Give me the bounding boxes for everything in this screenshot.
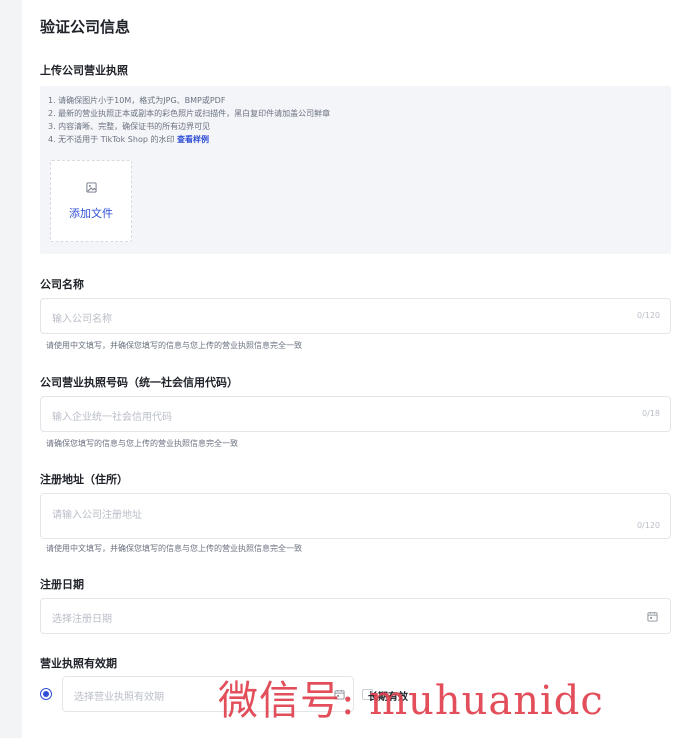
- upload-instruction-2: 2. 最新的营业执照正本或副本的彩色照片或扫描件，黑白复印件请加盖公司鲜章: [48, 109, 331, 118]
- company-name-input[interactable]: 输入公司名称 0/120: [40, 298, 671, 334]
- address-label: 注册地址（住所）: [40, 473, 128, 486]
- address-textarea[interactable]: 请输入公司注册地址 0/120: [40, 493, 671, 539]
- address-placeholder: 请输入公司注册地址: [52, 510, 142, 521]
- address-hint: 请使用中文填写，并确保您填写的信息与您上传的营业执照信息完全一致: [46, 544, 302, 553]
- license-number-counter: 0/18: [642, 409, 660, 418]
- company-name-hint: 请使用中文填写，并确保您填写的信息与您上传的营业执照信息完全一致: [46, 341, 302, 350]
- company-name-counter: 0/120: [636, 311, 660, 320]
- calendar-icon: [647, 611, 658, 622]
- validity-label: 营业执照有效期: [40, 657, 117, 670]
- reg-date-placeholder: 选择注册日期: [52, 614, 112, 625]
- license-number-placeholder: 输入企业统一社会信用代码: [52, 412, 172, 423]
- add-file-button[interactable]: 添加文件: [50, 160, 132, 242]
- validity-placeholder: 选择营业执照有效期: [74, 692, 164, 703]
- upload-instruction-3: 3. 内容清晰、完整，确保证书的所有边界可见: [48, 122, 211, 131]
- form-panel: 验证公司信息 上传公司营业执照 1. 请确保图片小于10M，格式为JPG、BMP…: [22, 0, 690, 738]
- address-counter: 0/120: [636, 521, 660, 530]
- watermark-text: 微信号: muhuanidc: [218, 678, 604, 724]
- upload-instruction-1: 1. 请确保图片小于10M，格式为JPG、BMP或PDF: [48, 96, 226, 105]
- license-number-label: 公司营业执照号码（统一社会信用代码）: [40, 376, 238, 389]
- license-number-hint: 请确保您填写的信息与您上传的营业执照信息完全一致: [46, 439, 238, 448]
- add-file-label: 添加文件: [69, 207, 113, 220]
- upload-instruction-4: 4. 无不适用于 TikTok Shop 的水印 查看样例: [48, 134, 209, 145]
- validity-radio[interactable]: [40, 688, 52, 700]
- reg-date-picker[interactable]: 选择注册日期: [40, 598, 671, 634]
- upload-instruction-4-text: 4. 无不适用于 TikTok Shop 的水印: [48, 135, 178, 144]
- view-example-link[interactable]: 查看样例: [177, 135, 209, 144]
- page-title: 验证公司信息: [40, 18, 131, 36]
- upload-section-label: 上传公司营业执照: [40, 64, 128, 77]
- reg-date-label: 注册日期: [40, 578, 84, 591]
- license-number-input[interactable]: 输入企业统一社会信用代码 0/18: [40, 396, 671, 432]
- upload-area: 1. 请确保图片小于10M，格式为JPG、BMP或PDF 2. 最新的营业执照正…: [40, 86, 671, 254]
- company-name-label: 公司名称: [40, 278, 84, 291]
- company-name-placeholder: 输入公司名称: [52, 314, 112, 325]
- image-icon: [86, 182, 97, 193]
